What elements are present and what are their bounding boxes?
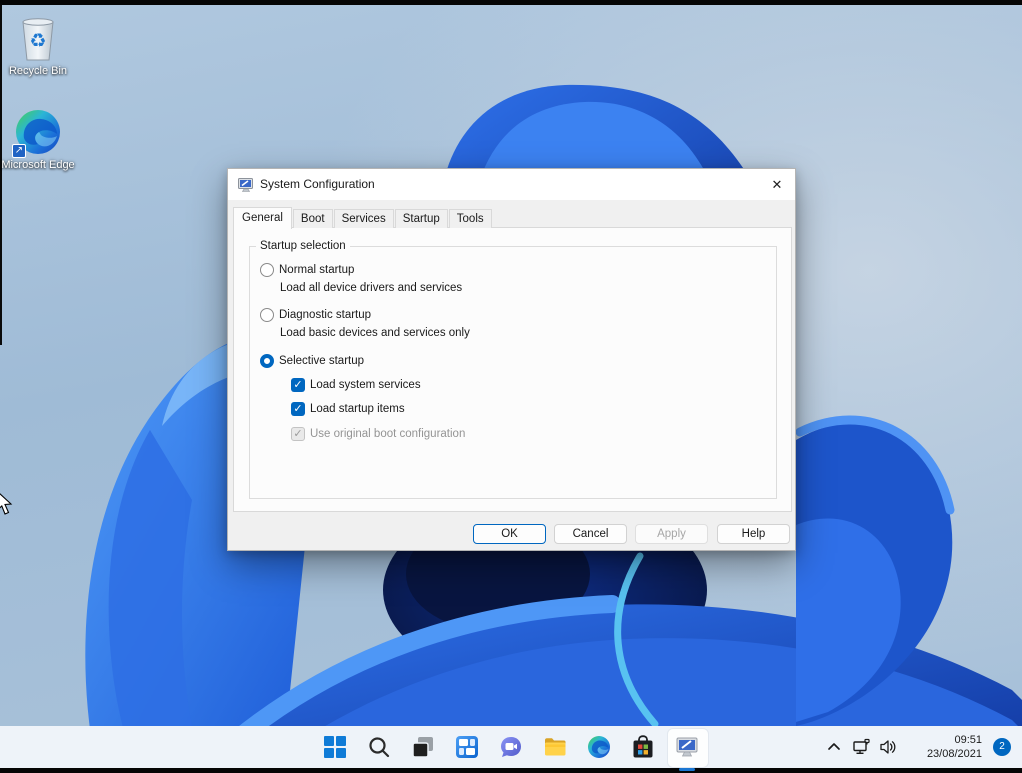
- window-titlebar[interactable]: System Configuration ✕: [228, 169, 795, 200]
- clock-date: 23/08/2021: [926, 748, 982, 760]
- checkbox-label[interactable]: Load startup items: [310, 402, 405, 416]
- ok-button[interactable]: OK: [473, 524, 546, 544]
- widgets-button[interactable]: [455, 735, 479, 759]
- tab-strip: General Boot Services Startup Tools: [233, 206, 493, 229]
- desktop-icon-microsoft-edge[interactable]: ↗ Microsoft Edge: [0, 104, 76, 171]
- search-icon: [369, 737, 390, 758]
- chat-icon: [501, 737, 521, 757]
- desktop-icon-label: Microsoft Edge: [1, 159, 75, 171]
- help-button[interactable]: Help: [717, 524, 790, 544]
- tab-tools[interactable]: Tools: [448, 209, 492, 228]
- radio-normal-startup[interactable]: [260, 263, 274, 277]
- tray-overflow-button[interactable]: [824, 737, 844, 757]
- task-view-icon: [412, 737, 433, 758]
- desktop-icon-recycle-bin[interactable]: ♻ Recycle Bin: [0, 10, 76, 77]
- edge-icon: ↗: [0, 104, 76, 158]
- radio-label[interactable]: Selective startup: [279, 354, 364, 368]
- radio-selective-startup[interactable]: [260, 354, 274, 368]
- task-view-button[interactable]: [411, 735, 435, 759]
- tab-boot[interactable]: Boot: [292, 209, 333, 228]
- msconfig-icon: [238, 177, 254, 196]
- system-configuration-button[interactable]: [667, 728, 709, 771]
- radio-diagnostic-startup[interactable]: [260, 308, 274, 322]
- screen-bottom-bezel: [0, 768, 1022, 773]
- screen: ♻ Recycle Bin ↗ Microsoft Edge System Co…: [0, 0, 1022, 773]
- start-button[interactable]: [323, 735, 347, 759]
- clock[interactable]: 09:51 23/08/2021: [927, 733, 982, 761]
- groupbox-legend: Startup selection: [256, 240, 350, 252]
- chat-button[interactable]: [499, 735, 523, 759]
- search-button[interactable]: [367, 735, 391, 759]
- chevron-up-icon: [828, 743, 840, 750]
- tab-general[interactable]: General: [233, 207, 292, 229]
- edge-icon: [588, 736, 610, 758]
- network-button[interactable]: [852, 737, 872, 757]
- checkbox-use-original-boot-configuration: ✓: [291, 427, 305, 441]
- checkbox-label: Use original boot configuration: [310, 428, 466, 440]
- radio-description: Load basic devices and services only: [280, 327, 470, 339]
- volume-button[interactable]: [878, 737, 898, 757]
- checkbox-load-startup-items[interactable]: ✓: [291, 402, 305, 416]
- microsoft-store-icon: [633, 735, 653, 758]
- msconfig-icon: [676, 737, 698, 757]
- taskbar: 09:51 23/08/2021 2: [0, 726, 1022, 771]
- shortcut-arrow-icon: ↗: [12, 144, 26, 158]
- cancel-button[interactable]: Cancel: [554, 524, 627, 544]
- notification-badge[interactable]: 2: [993, 738, 1011, 756]
- windows-logo-icon: [324, 736, 346, 758]
- screen-top-bezel: [0, 0, 1022, 5]
- store-button[interactable]: [631, 735, 655, 759]
- window-title: System Configuration: [260, 177, 375, 191]
- svg-text:♻: ♻: [29, 30, 46, 52]
- mouse-cursor: [0, 493, 13, 515]
- radio-label[interactable]: Normal startup: [279, 263, 354, 277]
- radio-label[interactable]: Diagnostic startup: [279, 308, 371, 322]
- system-configuration-window: System Configuration ✕ General Boot Serv…: [227, 168, 796, 551]
- file-explorer-icon: [545, 738, 566, 756]
- tab-services[interactable]: Services: [333, 209, 394, 228]
- close-icon[interactable]: ✕: [765, 173, 789, 196]
- apply-button: Apply: [635, 524, 708, 544]
- radio-description: Load all device drivers and services: [280, 282, 463, 294]
- checkbox-label[interactable]: Load system services: [310, 378, 421, 392]
- widgets-icon: [456, 736, 478, 758]
- clock-time: 09:51: [954, 734, 982, 746]
- checkbox-load-system-services[interactable]: ✓: [291, 378, 305, 392]
- edge-button[interactable]: [587, 735, 611, 759]
- speaker-icon: [880, 740, 896, 754]
- recycle-bin-icon: ♻: [0, 10, 76, 62]
- desktop-icon-label: Recycle Bin: [8, 65, 68, 77]
- tab-startup[interactable]: Startup: [394, 209, 448, 228]
- network-icon: [853, 738, 870, 754]
- file-explorer-button[interactable]: [543, 735, 567, 759]
- taskbar-icons: [323, 728, 709, 771]
